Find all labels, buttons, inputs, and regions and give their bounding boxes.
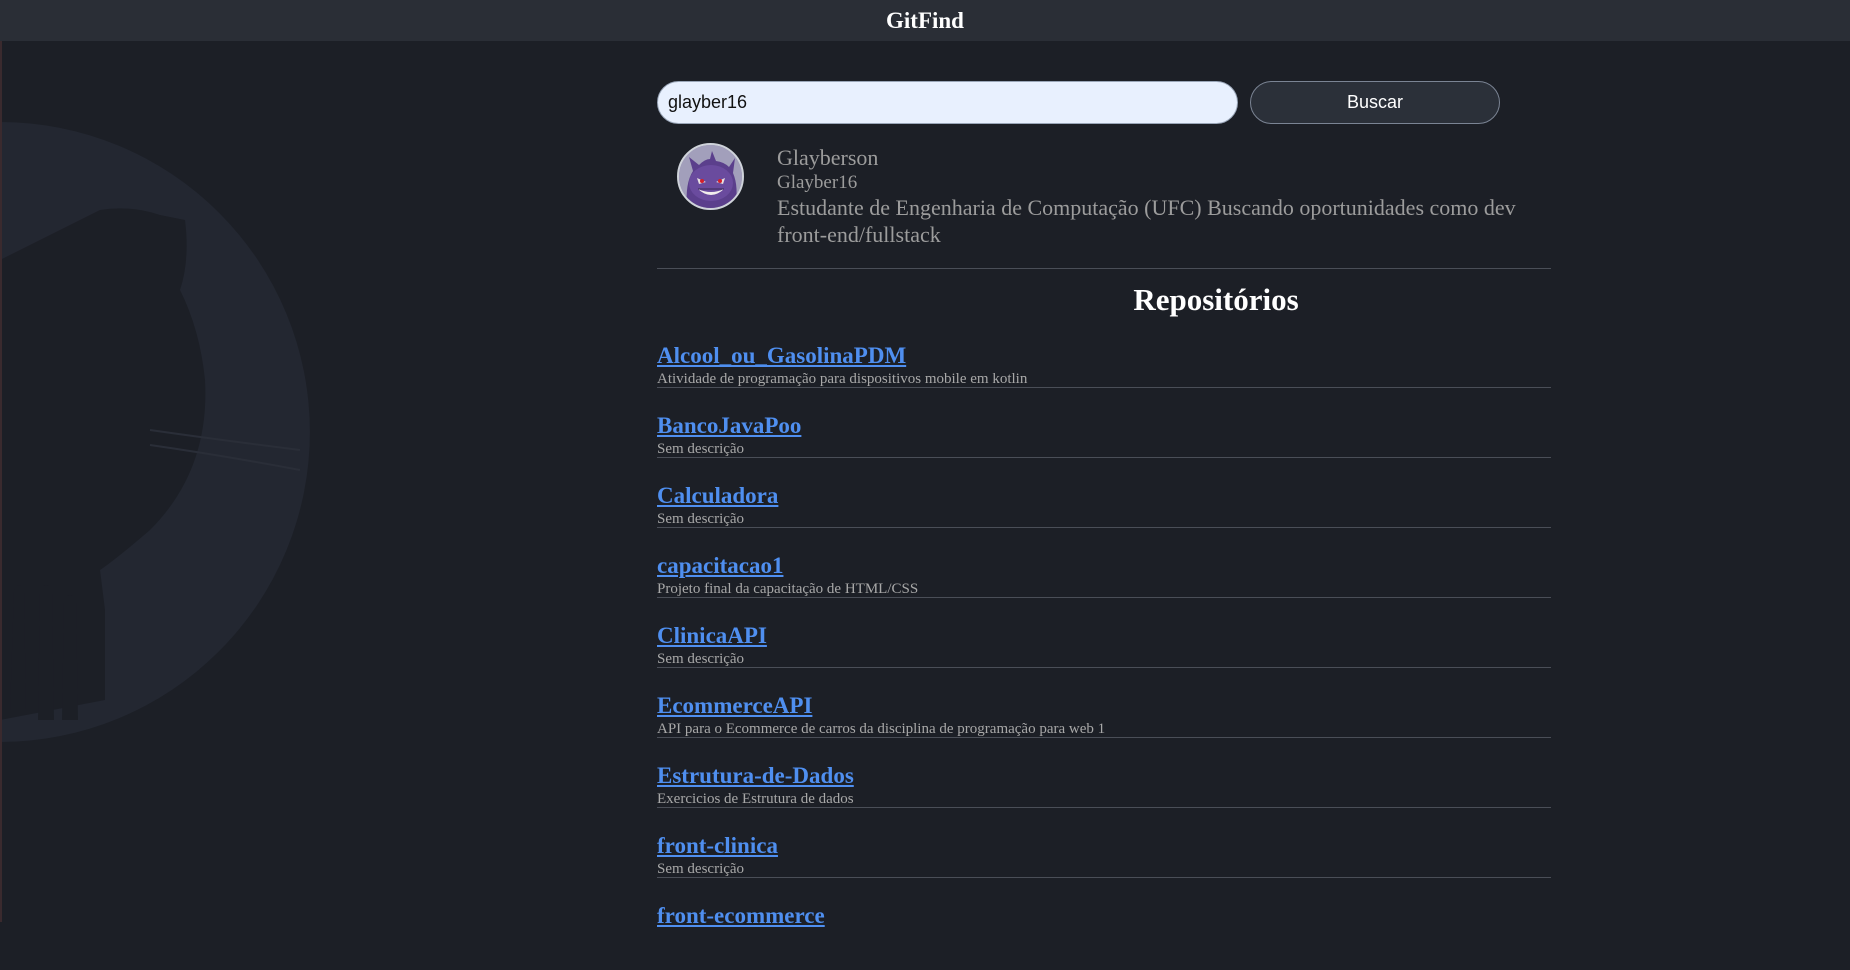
repo-divider	[657, 877, 1551, 878]
search-input[interactable]	[657, 81, 1238, 124]
repo-divider	[657, 597, 1551, 598]
repo-link[interactable]: BancoJavaPoo	[657, 411, 801, 441]
list-item: Calculadora Sem descrição	[657, 480, 1551, 550]
repo-description: Sem descrição	[657, 861, 745, 877]
search-button[interactable]: Buscar	[1250, 81, 1500, 124]
repo-description: API para o Ecommerce de carros da discip…	[657, 721, 1106, 737]
repo-link[interactable]: Estrutura-de-Dados	[657, 761, 854, 791]
list-item: Alcool_ou_GasolinaPDM Atividade de progr…	[657, 340, 1551, 410]
repository-list: Alcool_ou_GasolinaPDM Atividade de progr…	[657, 340, 1551, 970]
profile-bio: Estudante de Engenharia de Computação (U…	[777, 195, 1516, 247]
profile-login: Glayber16	[777, 172, 858, 193]
repo-divider	[657, 387, 1551, 388]
repo-divider	[657, 737, 1551, 738]
repo-description: Sem descrição	[657, 511, 745, 527]
repo-link[interactable]: ClinicaAPI	[657, 621, 767, 651]
list-item: BancoJavaPoo Sem descrição	[657, 410, 1551, 480]
repo-link[interactable]: Alcool_ou_GasolinaPDM	[657, 341, 906, 371]
repo-description: Sem descrição	[657, 651, 745, 667]
repo-divider	[657, 457, 1551, 458]
repo-divider	[657, 667, 1551, 668]
app-header: GitFind	[0, 0, 1850, 41]
app-title: GitFind	[886, 7, 964, 33]
repo-divider	[657, 807, 1551, 808]
repo-link[interactable]: EcommerceAPI	[657, 691, 812, 721]
list-item: Estrutura-de-Dados Exercicios de Estrutu…	[657, 760, 1551, 830]
repo-description: Sem descrição	[657, 441, 745, 457]
repo-link[interactable]: Calculadora	[657, 481, 778, 511]
list-item: front-clinica Sem descrição	[657, 830, 1551, 900]
profile-info: Glayberson Glayber16 Estudante de Engenh…	[777, 143, 1557, 248]
window-edge	[0, 41, 2, 922]
list-item: capacitacao1 Projeto final da capacitaçã…	[657, 550, 1551, 620]
repo-description: Projeto final da capacitação de HTML/CSS	[657, 581, 919, 597]
repo-description: Atividade de programação para dispositiv…	[657, 371, 1028, 387]
repo-link[interactable]: capacitacao1	[657, 551, 783, 581]
repositories-heading: Repositórios	[1133, 282, 1299, 317]
repo-divider	[657, 527, 1551, 528]
repo-description: Exercicios de Estrutura de dados	[657, 791, 854, 807]
list-item: EcommerceAPI API para o Ecommerce de car…	[657, 690, 1551, 760]
gengar-avatar	[679, 145, 742, 208]
list-item: front-ecommerce	[657, 900, 1551, 970]
search-bar: Buscar	[657, 81, 1500, 124]
profile-name: Glayberson	[777, 145, 879, 170]
profile-divider	[657, 268, 1551, 269]
list-item: ClinicaAPI Sem descrição	[657, 620, 1551, 690]
avatar	[677, 143, 744, 210]
repo-link[interactable]: front-clinica	[657, 831, 778, 861]
repo-link[interactable]: front-ecommerce	[657, 901, 825, 931]
